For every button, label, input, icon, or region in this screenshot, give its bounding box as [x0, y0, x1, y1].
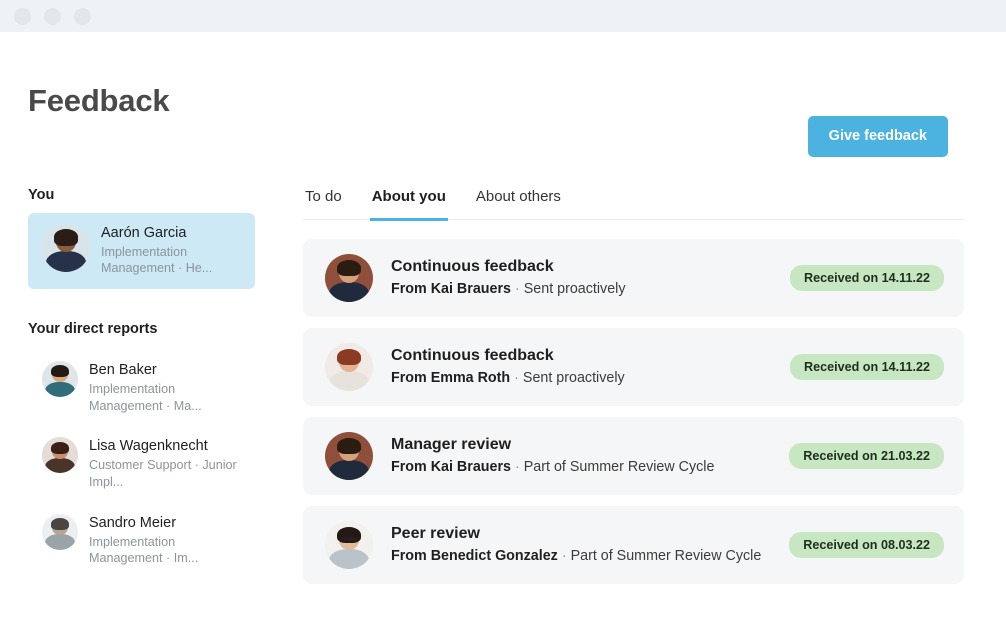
feedback-card-list: Continuous feedback From Kai Brauers · Sen…	[303, 239, 964, 584]
status-badge: Received on 08.03.22	[789, 531, 944, 559]
avatar	[42, 360, 78, 397]
separator-dot: ·	[561, 548, 567, 565]
tab-to-do[interactable]: To do	[303, 189, 344, 221]
feedback-subtitle: From Kai Brauers · Sent proactively	[391, 280, 772, 299]
sidebar-person-text: Aarón Garcia Implementation Management ·…	[101, 224, 245, 277]
feedback-title: Continuous feedback	[391, 347, 554, 365]
sidebar-person-name: Aarón Garcia	[101, 224, 187, 241]
feedback-context: Sent proactively	[523, 281, 626, 298]
sidebar-person-role: Implementation Management · Im...	[89, 534, 199, 566]
feedback-card[interactable]: Continuous feedback From Emma Roth · Sent …	[303, 328, 964, 406]
status-badge: Received on 21.03.22	[789, 442, 944, 470]
feedback-context: Part of Summer Review Cycle	[570, 548, 762, 565]
feedback-title: Continuous feedback	[391, 258, 554, 276]
separator-dot: ·	[514, 281, 520, 298]
sidebar-person-text: Ben Baker Implementation Management · Ma…	[89, 361, 245, 414]
feedback-title: Manager review	[391, 436, 512, 454]
sidebar-person-text: Lisa Wagenknecht Customer Support · Juni…	[89, 437, 245, 490]
feedback-author: From Emma Roth	[391, 370, 511, 387]
feedback-subtitle: From Emma Roth · Sent proactively	[391, 369, 772, 388]
sidebar: You Aarón Garcia Implementation Manageme…	[28, 187, 255, 579]
avatar	[325, 521, 373, 569]
feedback-context: Part of Summer Review Cycle	[523, 459, 715, 476]
page-content: Feedback Give feedback You Aarón Garcia	[0, 32, 1006, 636]
feedback-author: From Kai Brauers	[391, 459, 511, 476]
sidebar-person-name: Lisa Wagenknecht	[89, 438, 208, 455]
feedback-subtitle: From Benedict Gonzalez · Part of Summer Re…	[391, 547, 771, 566]
feedback-context: Sent proactively	[522, 370, 625, 387]
tab-about-you[interactable]: About you	[369, 189, 448, 221]
feedback-author: From Benedict Gonzalez	[391, 548, 558, 565]
sidebar-person-name: Ben Baker	[89, 361, 157, 378]
minimize-dot-icon[interactable]	[44, 7, 61, 25]
body-columns: You Aarón Garcia Implementation Manageme…	[0, 157, 1006, 584]
close-dot-icon[interactable]	[14, 7, 31, 25]
sidebar-person-role: Implementation Management · Ma...	[89, 381, 202, 413]
status-badge: Received on 14.11.22	[789, 353, 944, 381]
page-title: Feedback	[28, 83, 170, 118]
feedback-subtitle: From Kai Brauers · Part of Summer Review C…	[391, 458, 771, 477]
sidebar-person-text: Sandro Meier Implementation Management ·…	[89, 514, 245, 567]
feedback-card[interactable]: Manager review From Kai Brauers · Part of …	[303, 417, 964, 495]
status-badge: Received on 14.11.22	[789, 264, 944, 292]
app-window: Feedback Give feedback You Aarón Garcia	[0, 0, 1006, 636]
sidebar-item-report-0[interactable]: Ben Baker Implementation Management · Ma…	[28, 350, 255, 426]
sidebar-reports-heading: Your direct reports	[28, 320, 158, 337]
page-header: Feedback Give feedback	[0, 32, 1006, 157]
avatar	[325, 254, 373, 302]
maximize-dot-icon[interactable]	[74, 7, 91, 25]
feedback-author: From Kai Brauers	[391, 281, 511, 298]
separator-dot: ·	[514, 459, 520, 476]
avatar	[42, 223, 90, 272]
avatar	[325, 432, 373, 480]
feedback-card-main: Peer review From Benedict Gonzalez · Part …	[391, 524, 771, 565]
feedback-card-main: Manager review From Kai Brauers · Part of …	[391, 435, 771, 476]
feedback-card-main: Continuous feedback From Kai Brauers · Sen…	[391, 257, 772, 298]
main-panel: To do About you About others Continuous …	[303, 187, 964, 584]
window-titlebar	[0, 0, 1006, 32]
feedback-card[interactable]: Continuous feedback From Kai Brauers · Sen…	[303, 239, 964, 317]
tab-about-others[interactable]: About others	[474, 189, 563, 221]
sidebar-person-role: Implementation Management · He...	[101, 244, 213, 276]
avatar	[42, 437, 78, 474]
avatar	[325, 343, 373, 391]
tab-bar: To do About you About others	[303, 189, 964, 221]
feedback-title: Peer review	[391, 525, 480, 543]
avatar	[42, 513, 78, 550]
sidebar-person-role: Customer Support · Junior Impl...	[89, 458, 237, 489]
sidebar-item-you[interactable]: Aarón Garcia Implementation Management ·…	[28, 212, 255, 289]
sidebar-item-report-1[interactable]: Lisa Wagenknecht Customer Support · Juni…	[28, 426, 255, 502]
feedback-card[interactable]: Peer review From Benedict Gonzalez · Part …	[303, 506, 964, 584]
sidebar-item-report-2[interactable]: Sandro Meier Implementation Management ·…	[28, 503, 255, 579]
separator-dot: ·	[514, 370, 519, 387]
give-feedback-button[interactable]: Give feedback	[807, 116, 948, 157]
feedback-card-main: Continuous feedback From Emma Roth · Sent …	[391, 346, 772, 387]
sidebar-you-heading: You	[28, 186, 55, 203]
sidebar-person-name: Sandro Meier	[89, 514, 177, 531]
